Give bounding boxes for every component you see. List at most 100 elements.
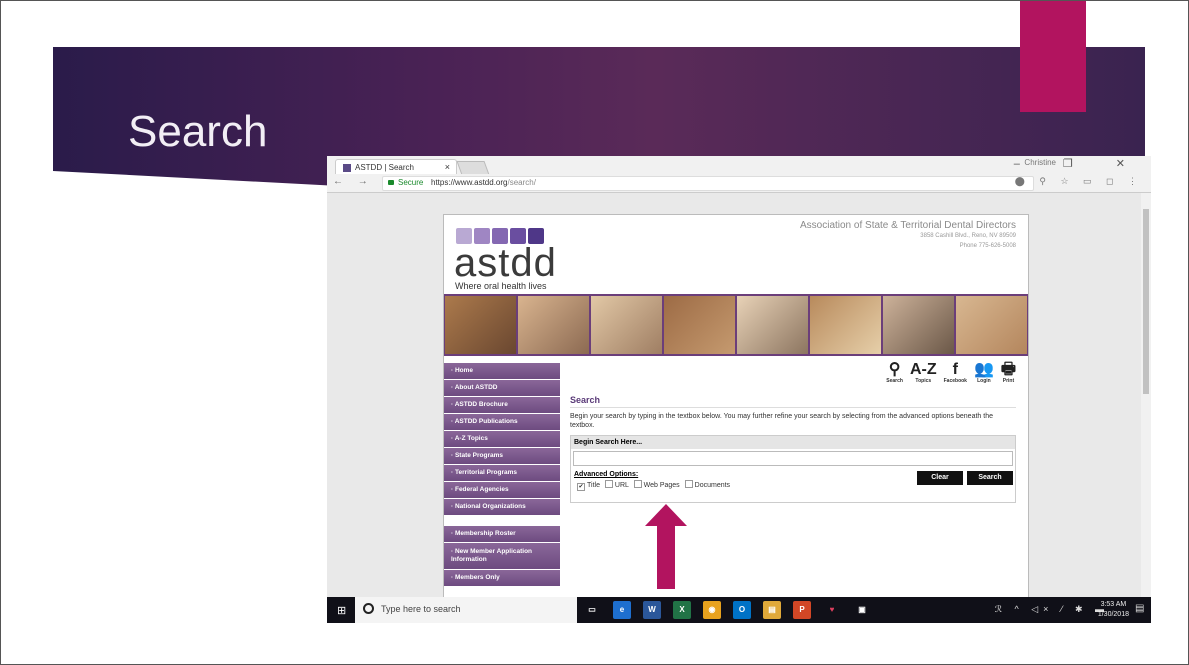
accent-rectangle — [1020, 1, 1086, 112]
facebook-icon[interactable]: f Facebook — [944, 361, 967, 384]
scrollbar-thumb[interactable] — [1143, 209, 1149, 394]
presentation-slide: Search ASTDD | Search × Christine – ❐ ✕ … — [0, 0, 1189, 665]
new-tab-button[interactable] — [456, 161, 490, 175]
nav-item-az-topics[interactable]: · A-Z Topics — [444, 431, 560, 447]
photo — [445, 296, 516, 354]
advanced-options: Advanced Options: ✔ Title URL Web Pages D… — [571, 468, 1015, 502]
utility-icons: ⚲ Search A-Z Topics f Facebook 👥 Login 🖶 Prin… — [886, 361, 1016, 384]
print-glyph: 🖶 — [1000, 361, 1016, 378]
nav-item-state-programs[interactable]: · State Programs — [444, 448, 560, 464]
url-text: https://www.astdd.org/search/ — [431, 178, 536, 187]
documents-checkbox[interactable] — [684, 480, 693, 488]
search-content: Search Begin your search by typing in th… — [570, 395, 1016, 503]
title-option-label: Title — [587, 482, 600, 489]
favicon-icon — [343, 164, 351, 172]
windows-start-icon[interactable]: ⊞ — [337, 604, 346, 617]
photo — [883, 296, 954, 354]
search-panel-header: Begin Search Here... — [571, 436, 1015, 449]
window-controls[interactable]: – ❐ ✕ — [1014, 157, 1145, 170]
side-navigation: · Home · About ASTDD · ASTDD Brochure · … — [444, 363, 560, 587]
file-explorer-icon[interactable]: ▤ — [763, 601, 781, 619]
windows-taskbar: ⊞ Type here to search 🎙 ▭ e W X ◉ O ▤ P … — [327, 597, 1151, 623]
address-bar-row: ← → C Secure https://www.astdd.org/searc… — [327, 174, 1151, 193]
tab-title: ASTDD | Search — [355, 163, 414, 172]
login-icon-label: Login — [977, 378, 991, 384]
photo — [737, 296, 808, 354]
browser-window: ASTDD | Search × Christine – ❐ ✕ ← → C S… — [327, 156, 1151, 623]
photos-icon[interactable]: ▣ — [853, 601, 871, 619]
web-pages-checkbox[interactable] — [633, 480, 642, 488]
photo — [518, 296, 589, 354]
search-input[interactable] — [573, 451, 1013, 466]
extension-icons[interactable]: ⬤ ⚲ ☆ ▭ ◻ ⋮ — [1015, 176, 1143, 187]
cortana-icon — [363, 603, 374, 614]
outlook-icon[interactable]: O — [733, 601, 751, 619]
web-pages-option-label: Web Pages — [643, 482, 680, 489]
browser-tab[interactable]: ASTDD | Search × — [335, 159, 457, 175]
print-icon-label: Print — [1002, 378, 1015, 384]
print-icon[interactable]: 🖶 Print — [1001, 361, 1016, 384]
system-tray-icons[interactable]: ℛ ^ ◁× ⁄ ✱ ▬ — [995, 604, 1109, 615]
astdd-page: astdd Where oral health lives Associatio… — [443, 214, 1029, 599]
nav-item-membership-roster[interactable]: · Membership Roster — [444, 526, 560, 542]
up-arrow-annotation — [645, 504, 687, 589]
nav-item-members-only[interactable]: · Members Only — [444, 570, 560, 586]
nav-item-national-organizations[interactable]: · National Organizations — [444, 499, 560, 515]
login-glyph: 👥 — [973, 361, 994, 378]
nav-item-about[interactable]: · About ASTDD — [444, 380, 560, 396]
search-icon[interactable]: ⚲ Search — [886, 361, 903, 384]
facebook-glyph: f — [952, 361, 958, 378]
nav-gap — [444, 516, 560, 526]
nav-item-new-member[interactable]: · New Member Application Information — [444, 543, 560, 569]
tab-bar: ASTDD | Search × Christine – ❐ ✕ — [327, 156, 1151, 175]
nav-item-territorial-programs[interactable]: · Territorial Programs — [444, 465, 560, 481]
org-address: 3858 Cashill Blvd., Reno, NV 89509 — [920, 233, 1016, 239]
taskbar-search[interactable]: Type here to search 🎙 — [355, 597, 601, 623]
url-option-label: URL — [614, 482, 629, 489]
org-name: Association of State & Territorial Denta… — [799, 220, 1016, 231]
photo — [956, 296, 1027, 354]
edge-icon[interactable]: e — [613, 601, 631, 619]
org-phone: Phone 775-626-5008 — [959, 243, 1016, 249]
nav-item-publications[interactable]: · ASTDD Publications — [444, 414, 560, 430]
logo-text[interactable]: astdd — [454, 241, 557, 286]
slide-title: Search — [128, 107, 268, 156]
topics-icon-label: Topics — [915, 378, 932, 384]
excel-icon[interactable]: X — [673, 601, 691, 619]
clear-button[interactable]: Clear — [917, 471, 963, 485]
maps-icon[interactable]: ♥ — [823, 601, 841, 619]
task-view-icon[interactable]: ▭ — [583, 601, 601, 619]
search-section-title: Search — [570, 395, 1016, 408]
notification-icon[interactable]: ▤ — [1135, 603, 1147, 615]
photo — [591, 296, 662, 354]
search-icon-label: Search — [886, 378, 903, 384]
search-glyph: ⚲ — [888, 361, 901, 378]
az-glyph: A-Z — [909, 361, 937, 378]
secure-label: Secure — [398, 178, 424, 187]
title-checkbox[interactable]: ✔ — [577, 483, 585, 491]
search-panel: Begin Search Here... Advanced Options: ✔… — [570, 435, 1016, 503]
tab-close-icon[interactable]: × — [445, 162, 450, 172]
search-button[interactable]: Search — [967, 471, 1013, 485]
nav-item-home[interactable]: · Home — [444, 363, 560, 379]
url-path: /search/ — [507, 178, 536, 187]
page-scrollbar[interactable] — [1141, 193, 1151, 599]
login-icon[interactable]: 👥 Login — [974, 361, 994, 384]
url-host: https://www.astdd.org — [431, 178, 508, 187]
word-icon[interactable]: W — [643, 601, 661, 619]
chrome-icon[interactable]: ◉ — [703, 601, 721, 619]
logo-tagline: Where oral health lives — [455, 281, 547, 291]
az-topics-icon[interactable]: A-Z Topics — [910, 361, 937, 384]
url-checkbox[interactable] — [604, 480, 613, 488]
nav-item-brochure[interactable]: · ASTDD Brochure — [444, 397, 560, 413]
taskbar-apps: ▭ e W X ◉ O ▤ P ♥ ▣ — [583, 601, 871, 619]
search-description: Begin your search by typing in the textb… — [570, 413, 993, 429]
nav-item-federal-agencies[interactable]: · Federal Agencies — [444, 482, 560, 498]
powerpoint-icon[interactable]: P — [793, 601, 811, 619]
page-viewport: astdd Where oral health lives Associatio… — [327, 193, 1141, 599]
photo-banner — [444, 294, 1028, 356]
taskbar-clock[interactable]: 3:53 AM 1/30/2018 — [1098, 600, 1129, 620]
omnibox[interactable]: Secure https://www.astdd.org/search/ — [382, 176, 1034, 191]
photo — [664, 296, 735, 354]
facebook-icon-label: Facebook — [943, 378, 967, 384]
